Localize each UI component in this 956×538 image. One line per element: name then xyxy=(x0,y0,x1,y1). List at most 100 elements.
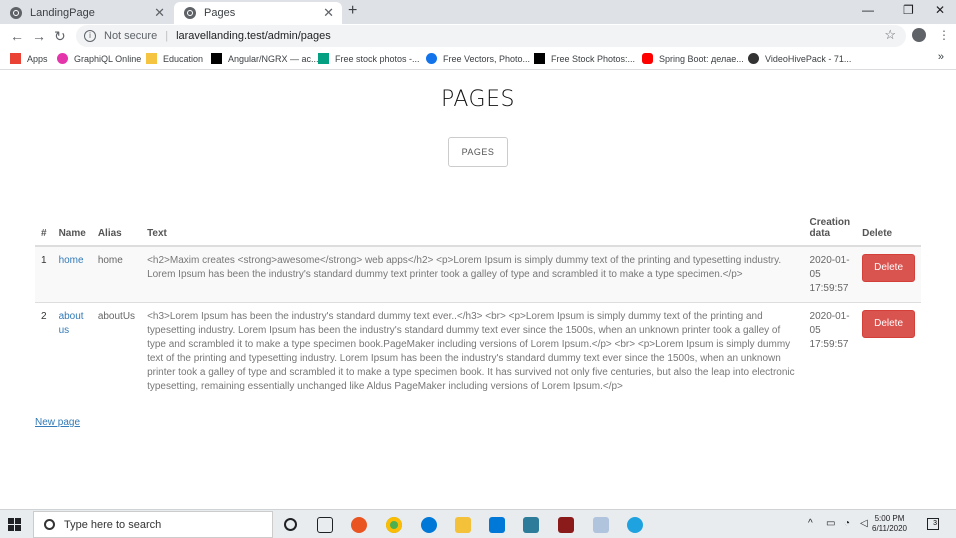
windows-taskbar: Type here to search ^ ▭ ◔ ◁ 5:00 PM 6/11… xyxy=(0,509,956,538)
url-text[interactable]: laravellanding.test/admin/pages xyxy=(176,30,331,42)
app-icon[interactable] xyxy=(523,517,539,533)
bookmark-burst[interactable]: Free Stock Photos:... xyxy=(534,53,635,64)
row-num: 1 xyxy=(35,245,53,303)
header-delete: Delete xyxy=(856,215,921,247)
tab-landingpage[interactable]: LandingPage ✕ xyxy=(0,2,173,24)
tab-title: Pages xyxy=(204,7,236,19)
bookmark-education[interactable]: Education xyxy=(146,53,203,64)
restore-icon[interactable]: ❐ xyxy=(903,3,914,17)
bookmark-label: VideoHivePack - 71... xyxy=(765,53,852,64)
page-content: PAGES PAGES # Name Alias Text Creation d… xyxy=(0,71,956,509)
pexels-icon xyxy=(318,53,329,64)
bookmark-freepik[interactable]: Free Vectors, Photo... xyxy=(426,53,530,64)
close-tab-icon[interactable]: ✕ xyxy=(323,5,334,21)
row-created: 2020-01-05 17:59:57 xyxy=(803,302,857,400)
paint-icon[interactable] xyxy=(593,517,609,533)
header-text: Text xyxy=(141,215,804,247)
bookmark-label: Education xyxy=(163,53,204,64)
security-label: Not secure xyxy=(104,30,158,42)
apps-grid-icon xyxy=(10,53,21,64)
tray-chevron-icon[interactable]: ^ xyxy=(808,518,813,529)
close-window-icon[interactable]: ✕ xyxy=(935,3,945,17)
globe-icon xyxy=(10,7,22,19)
profile-icon[interactable] xyxy=(912,28,926,42)
ubuntu-icon[interactable] xyxy=(351,517,367,533)
bookmark-apps[interactable]: Apps xyxy=(10,53,48,64)
minimize-icon[interactable]: — xyxy=(862,3,874,17)
reload-icon[interactable]: ↻ xyxy=(54,28,66,45)
address-bar[interactable]: i Not secure | laravellanding.test/admin… xyxy=(76,25,906,47)
folder-icon xyxy=(146,53,157,64)
bookmark-pexels[interactable]: Free stock photos -... xyxy=(318,53,420,64)
bookmark-graphiql[interactable]: GraphiQL Online xyxy=(57,53,141,64)
edge-icon[interactable] xyxy=(421,517,437,533)
row-delete-cell: Delete xyxy=(856,245,921,303)
toolbar: ← → ↻ i Not secure | laravellanding.test… xyxy=(0,24,956,48)
file-explorer-icon[interactable] xyxy=(455,517,471,533)
page-title: PAGES xyxy=(441,87,515,112)
winrar-icon[interactable] xyxy=(558,517,574,533)
header-name: Name xyxy=(52,215,92,247)
table-row: 1 home home <h2>Maxim creates <strong>aw… xyxy=(35,245,921,303)
table-header-row: # Name Alias Text Creation data Delete xyxy=(35,215,921,247)
search-placeholder: Type here to search xyxy=(64,518,162,531)
row-created: 2020-01-05 17:59:57 xyxy=(803,245,857,303)
mail-icon[interactable] xyxy=(489,517,505,533)
bookmark-angular[interactable]: Angular/NGRX — ac... xyxy=(211,53,319,64)
battery-icon[interactable]: ▭ xyxy=(826,518,835,529)
tab-title: LandingPage xyxy=(30,7,95,19)
bookmark-label: Spring Boot: делае... xyxy=(659,53,744,64)
tab-strip: LandingPage ✕ Pages ✕ + — ❐ ✕ xyxy=(0,0,956,24)
row-name: about us xyxy=(52,302,92,400)
divider: | xyxy=(165,30,169,42)
row-text: <h3>Lorem Ipsum has been the industry's … xyxy=(141,302,804,400)
wifi-icon[interactable]: ◔ xyxy=(844,518,850,529)
star-icon[interactable]: ☆ xyxy=(884,27,896,43)
burst-icon xyxy=(534,53,545,64)
info-icon[interactable]: i xyxy=(84,30,96,42)
app-icon[interactable] xyxy=(627,517,643,533)
volume-icon[interactable]: ◁ xyxy=(860,518,868,529)
task-view-icon[interactable] xyxy=(317,517,333,533)
tab-pages[interactable]: Pages ✕ xyxy=(174,2,342,24)
cortana-icon[interactable] xyxy=(284,518,297,531)
globe-icon xyxy=(184,7,196,19)
bookmark-label: Free Stock Photos:... xyxy=(551,53,636,64)
row-text: <h2>Maxim creates <strong>awesome</stron… xyxy=(141,245,804,303)
header-alias: Alias xyxy=(91,215,142,247)
page-name-link[interactable]: home xyxy=(59,255,84,266)
youtube-icon xyxy=(642,53,653,64)
new-page-link[interactable]: New page xyxy=(35,417,80,428)
bookmark-videohive[interactable]: VideoHivePack - 71... xyxy=(748,53,851,64)
back-icon[interactable]: ← xyxy=(10,28,24,44)
bookmark-springboot[interactable]: Spring Boot: делае... xyxy=(642,53,744,64)
bookmark-label: GraphiQL Online xyxy=(74,53,142,64)
close-tab-icon[interactable]: ✕ xyxy=(154,5,165,21)
row-name: home xyxy=(52,245,92,303)
taskbar-search-box[interactable]: Type here to search xyxy=(33,511,273,538)
row-delete-cell: Delete xyxy=(856,302,921,400)
chrome-icon[interactable] xyxy=(386,517,402,533)
row-num: 2 xyxy=(35,302,53,400)
delete-button[interactable]: Delete xyxy=(862,254,915,282)
search-icon xyxy=(44,519,55,530)
bookmarks-overflow-icon[interactable]: » xyxy=(938,51,944,63)
pages-table: # Name Alias Text Creation data Delete 1… xyxy=(35,215,921,400)
system-clock[interactable]: 5:00 PM 6/11/2020 xyxy=(872,514,907,534)
bookmark-label: Apps xyxy=(27,53,48,64)
pages-button[interactable]: PAGES xyxy=(448,137,508,167)
more-menu-icon[interactable]: ⋮ xyxy=(938,28,950,42)
row-alias: aboutUs xyxy=(91,302,142,400)
windows-start-icon[interactable] xyxy=(8,518,21,531)
delete-button[interactable]: Delete xyxy=(862,310,915,338)
header-created: Creation data xyxy=(803,215,857,247)
row-alias: home xyxy=(91,245,142,303)
graphql-icon xyxy=(57,53,68,64)
clock-date: 6/11/2020 xyxy=(872,524,907,533)
forward-icon[interactable]: → xyxy=(32,28,46,44)
table-row: 2 about us aboutUs <h3>Lorem Ipsum has b… xyxy=(35,302,921,400)
page-name-link[interactable]: about us xyxy=(59,311,84,336)
new-tab-icon[interactable]: + xyxy=(348,2,357,20)
header-num: # xyxy=(35,215,53,247)
notifications-icon[interactable]: 3 xyxy=(927,518,939,530)
